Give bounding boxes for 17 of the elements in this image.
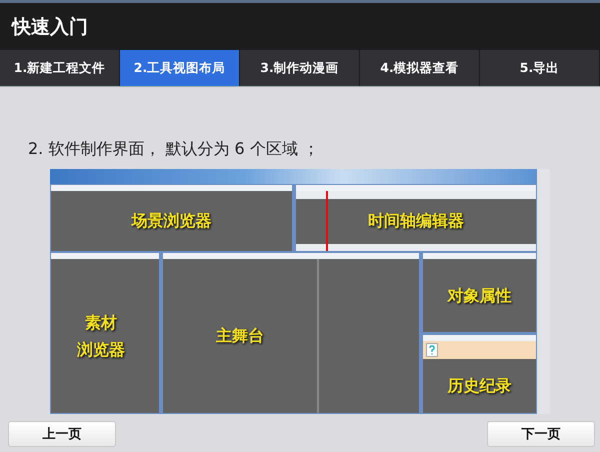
panel-label: 场景浏览器: [131, 210, 212, 232]
tab[interactable]: 3.制作动漫画: [240, 50, 360, 86]
playhead-line: [326, 191, 328, 251]
panel-label: 素材浏览器: [77, 312, 126, 361]
section-heading: 2. 软件制作界面， 默认分为 6 个区域 ；: [28, 139, 319, 160]
tab[interactable]: 2.工具视图布局: [120, 50, 240, 86]
panel-label: 主舞台: [216, 325, 264, 348]
tab[interactable]: 1.新建工程文件: [0, 50, 120, 86]
tab[interactable]: 5.导出: [480, 50, 600, 86]
previous-page-button[interactable]: 上一页: [8, 421, 116, 447]
window-title: 快速入门: [0, 3, 600, 50]
question-mark-icon: [426, 342, 438, 356]
panel-label: 历史纪录: [448, 375, 512, 398]
next-page-button[interactable]: 下一页: [487, 421, 595, 447]
panel-label: 时间轴编辑器: [368, 210, 464, 232]
tab[interactable]: 4.模拟器查看: [360, 50, 480, 86]
panel-label: 对象属性: [448, 284, 512, 307]
